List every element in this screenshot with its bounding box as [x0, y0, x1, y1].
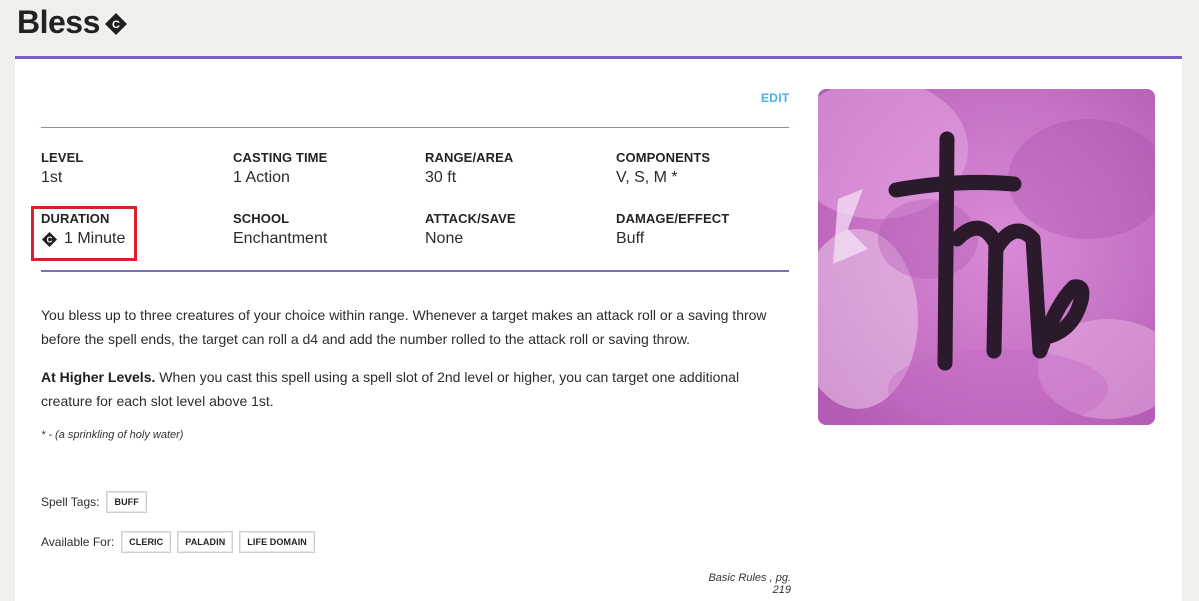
enchantment-school-icon	[818, 89, 1155, 425]
stat-value-text: 1 Action	[233, 169, 290, 186]
stat-damage-effect: DAMAGE/EFFECT Buff	[616, 211, 729, 248]
stat-value: 30 ft	[425, 169, 513, 187]
page-title: Bless	[17, 4, 100, 40]
available-for-row: Available For: CLERIC PALADIN LIFE DOMAI…	[41, 531, 315, 553]
tag-buff[interactable]: BUFF	[106, 491, 147, 513]
spell-card: EDIT LEVEL 1st CASTING TIME 1 Action RAN…	[15, 56, 1182, 601]
spell-description: You bless up to three creatures of your …	[41, 307, 767, 347]
stat-school: SCHOOL Enchantment	[233, 211, 327, 248]
tag-cleric[interactable]: CLERIC	[121, 531, 172, 553]
stat-value-text: Buff	[616, 230, 645, 247]
material-component-note: * - (a sprinkling of holy water)	[41, 429, 184, 441]
stat-value: None	[425, 230, 516, 248]
stat-label: DAMAGE/EFFECT	[616, 211, 730, 226]
higher-levels-paragraph: At Higher Levels. When you cast this spe…	[41, 365, 791, 413]
spell-tags-label: Spell Tags:	[41, 495, 100, 509]
stat-value: V, S, M *	[616, 169, 710, 187]
stat-label: COMPONENTS	[616, 150, 711, 165]
divider-bottom	[41, 270, 789, 272]
stat-value-text: Enchantment	[233, 230, 328, 247]
divider-top	[41, 127, 789, 128]
edit-link[interactable]: EDIT	[761, 91, 790, 105]
stat-label: LEVEL	[41, 150, 84, 165]
stat-value: Buff	[616, 230, 729, 248]
stat-label: CASTING TIME	[233, 150, 328, 165]
tag-life-domain[interactable]: LIFE DOMAIN	[239, 531, 315, 553]
concentration-icon: C	[104, 12, 128, 36]
stat-value: 1st	[41, 169, 83, 187]
page-header: Bless C	[17, 4, 128, 41]
tag-paladin[interactable]: PALADIN	[177, 531, 234, 553]
svg-text:C: C	[112, 19, 120, 31]
stat-value-text: 1st	[41, 169, 63, 186]
higher-levels-label: At Higher Levels.	[41, 369, 156, 385]
stat-value-text: None	[425, 230, 464, 247]
stat-components: COMPONENTS V, S, M *	[616, 150, 710, 187]
available-for-label: Available For:	[41, 535, 115, 549]
spell-page: Bless C EDIT LEVEL 1st CASTING TIME 1 Ac…	[0, 0, 1199, 601]
stat-label: SCHOOL	[233, 211, 290, 226]
stat-label: RANGE/AREA	[425, 150, 514, 165]
stat-level: LEVEL 1st	[41, 150, 83, 187]
stat-value: Enchantment	[233, 230, 327, 248]
spell-tags-row: Spell Tags: BUFF	[41, 491, 147, 513]
source-reference: Basic Rules , pg. 219	[708, 572, 791, 596]
stat-casting-time: CASTING TIME 1 Action	[233, 150, 327, 187]
stat-value-text: 30 ft	[425, 169, 457, 186]
stat-value: 1 Action	[233, 169, 327, 187]
stat-value-text: V, S, M *	[616, 169, 678, 186]
spell-school-art	[818, 89, 1155, 425]
stat-range-area: RANGE/AREA 30 ft	[425, 150, 513, 187]
stat-label: ATTACK/SAVE	[425, 211, 516, 226]
stat-attack-save: ATTACK/SAVE None	[425, 211, 516, 248]
duration-highlight	[31, 206, 137, 261]
